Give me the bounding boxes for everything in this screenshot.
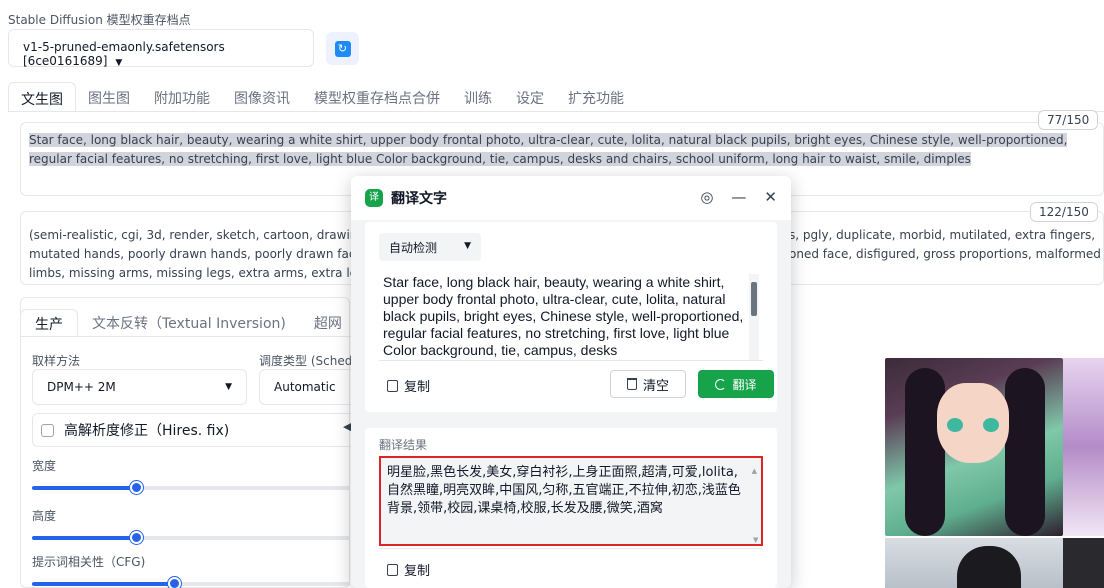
caret-down-icon: ▼	[225, 382, 232, 392]
copy-icon	[387, 379, 398, 392]
hires-fix-checkbox[interactable]	[41, 423, 54, 437]
dialog-title: 翻译文字	[391, 191, 447, 207]
checkpoint-value: v1-5-pruned-emaonly.safetensors [6ce0161…	[23, 40, 225, 68]
refresh-icon	[715, 378, 727, 390]
source-language-select[interactable]: 自动检测 ▼	[379, 233, 481, 261]
dialog-header: 译 翻译文字 ◎ — ✕	[351, 176, 791, 220]
cfg-slider-fill	[32, 582, 175, 586]
main-tabs: 文生图 图生图 附加功能 图像资讯 模型权重存档点合併 训练 设定 扩充功能	[8, 82, 636, 112]
tab-extensions[interactable]: 扩充功能	[556, 82, 636, 112]
output-image-3[interactable]	[885, 538, 1063, 588]
result-divider	[379, 548, 763, 549]
tab-extras[interactable]: 附加功能	[142, 82, 222, 112]
pin-icon[interactable]: ◎	[700, 188, 713, 206]
source-language-value: 自动检测	[389, 241, 438, 255]
checkpoint-select[interactable]: v1-5-pruned-emaonly.safetensors [6ce0161…	[8, 29, 314, 68]
tab-img2img[interactable]: 图生图	[76, 82, 142, 112]
close-icon[interactable]: ✕	[764, 188, 777, 206]
output-image-anime[interactable]	[885, 358, 1063, 536]
source-divider	[379, 360, 763, 361]
refresh-checkpoint-button[interactable]: ↻	[326, 32, 359, 65]
clear-label: 清空	[642, 378, 669, 394]
width-slider-fill	[32, 486, 137, 490]
translate-dialog: 译 翻译文字 ◎ — ✕ 自动检测 ▼ Star face, long black…	[351, 176, 791, 588]
schedule-type-label: 调度类型 (Sched	[259, 354, 353, 368]
translate-app-icon: 译	[365, 189, 383, 207]
tab-checkpoint-merger[interactable]: 模型权重存档点合併	[302, 82, 452, 112]
schedule-type-select[interactable]: Automatic	[259, 369, 359, 405]
width-slider-thumb[interactable]	[130, 481, 143, 494]
cfg-scale-label: 提示词相关性（CFG)	[32, 555, 146, 569]
translate-button[interactable]: 翻译	[698, 370, 774, 398]
height-slider-thumb[interactable]	[130, 531, 143, 544]
copy-source-label: 复制	[404, 380, 431, 395]
copy-result-button[interactable]: 复制	[387, 560, 430, 579]
output-image-4[interactable]	[1063, 538, 1104, 588]
result-text-box[interactable]: 明星脸,黑色长发,美女,穿白衬衫,上身正面照,超清,可爱,lolita,自然黑瞳…	[379, 456, 763, 546]
sampling-method-select[interactable]: DPM++ 2M ▼	[32, 369, 247, 405]
sampling-method-value: DPM++ 2M	[47, 380, 116, 394]
hires-fix-label: 高解析度修正（Hires. fix)	[64, 423, 230, 439]
prompt-token-counter: 77/150	[1038, 110, 1099, 130]
result-label: 翻译结果	[379, 438, 428, 452]
hires-fix-toggle[interactable]: 高解析度修正（Hires. fix)	[32, 413, 360, 447]
output-image-2[interactable]	[1063, 358, 1104, 536]
copy-result-label: 复制	[404, 564, 431, 579]
scroll-up-icon[interactable]: ▲	[752, 462, 757, 480]
source-card: 自动检测 ▼ Star face, long black hair, beauty…	[365, 222, 777, 412]
source-text-input[interactable]: Star face, long black hair, beauty, wear…	[383, 274, 747, 358]
sampling-method-label: 取样方法	[32, 354, 81, 368]
tab-generation[interactable]: 生产	[20, 309, 78, 337]
tab-hypernetworks[interactable]: 超网	[300, 309, 356, 337]
prompt-text: Star face, long black hair, beauty, wear…	[29, 133, 1068, 166]
negative-token-counter: 122/150	[1030, 202, 1098, 222]
scroll-down-icon[interactable]: ▼	[753, 536, 758, 544]
trash-icon	[626, 378, 637, 390]
source-scrollbar[interactable]	[749, 274, 759, 360]
copy-source-button[interactable]: 复制	[387, 376, 430, 395]
refresh-icon: ↻	[334, 40, 351, 57]
tab-png-info[interactable]: 图像资讯	[222, 82, 302, 112]
sub-tab-divider	[20, 336, 360, 337]
checkpoint-label: Stable Diffusion 模型权重存档点	[8, 13, 191, 27]
height-label: 高度	[32, 509, 57, 523]
tab-textual-inversion[interactable]: 文本反转（Textual Inversion)	[78, 309, 300, 337]
tab-txt2img[interactable]: 文生图	[8, 82, 76, 112]
caret-down-icon: ▼	[464, 241, 471, 251]
sub-tabs: 生产 文本反转（Textual Inversion) 超网	[20, 309, 356, 337]
minimize-icon[interactable]: —	[731, 188, 746, 206]
result-text: 明星脸,黑色长发,美女,穿白衬衫,上身正面照,超清,可爱,lolita,自然黑瞳…	[387, 465, 741, 516]
height-slider-fill	[32, 536, 137, 540]
copy-icon	[387, 563, 398, 576]
tab-settings[interactable]: 设定	[504, 82, 556, 112]
cfg-slider-thumb[interactable]	[168, 577, 181, 588]
translate-label: 翻译	[732, 377, 757, 392]
schedule-type-value: Automatic	[274, 380, 336, 394]
tab-divider	[8, 111, 1104, 112]
clear-button[interactable]: 清空	[610, 370, 686, 398]
result-card: 翻译结果 明星脸,黑色长发,美女,穿白衬衫,上身正面照,超清,可爱,lolita…	[365, 428, 777, 588]
width-label: 宽度	[32, 459, 57, 473]
tab-train[interactable]: 训练	[452, 82, 504, 112]
caret-down-icon: ▼	[115, 58, 123, 68]
